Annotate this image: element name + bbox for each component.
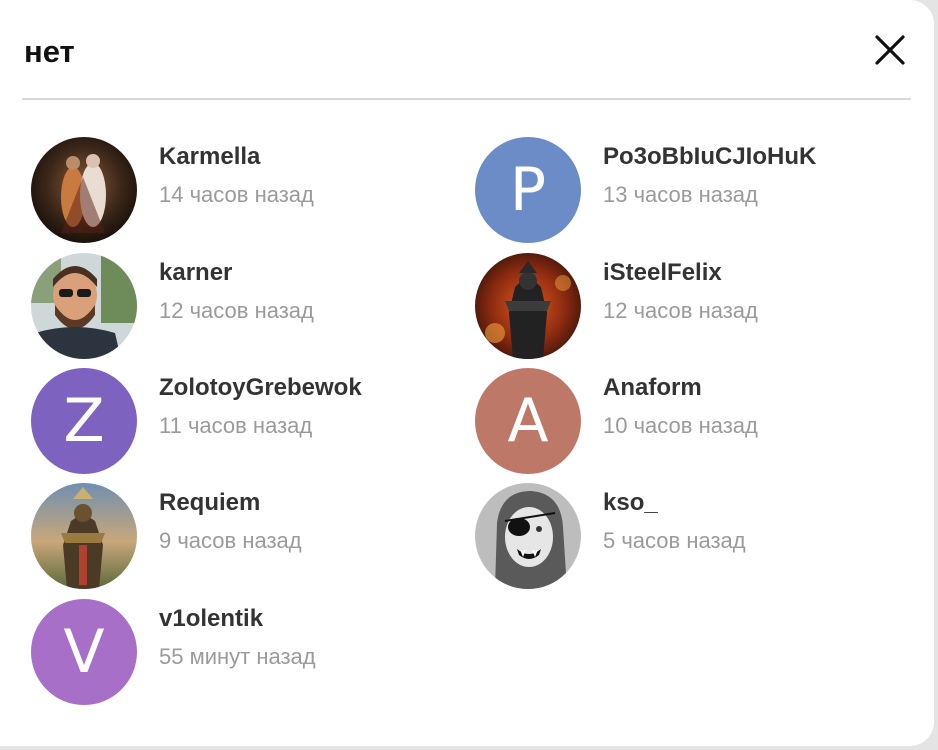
voter-name[interactable]: karner	[159, 258, 232, 288]
dialog-header: нет	[22, 0, 911, 100]
avatar[interactable]	[31, 253, 137, 359]
avatar[interactable]: V	[31, 599, 137, 705]
voter-name[interactable]: Karmella	[159, 142, 260, 172]
voter-item[interactable]: karner 12 часов назад	[31, 253, 451, 361]
close-icon	[875, 35, 905, 65]
voter-name[interactable]: iSteelFelix	[603, 258, 722, 288]
avatar[interactable]: A	[475, 368, 581, 474]
voter-name[interactable]: Requiem	[159, 488, 260, 518]
voter-name[interactable]: Po3oBbIuCJIoHuK	[603, 142, 816, 172]
avatar[interactable]	[475, 483, 581, 589]
voter-item[interactable]: Karmella 14 часов назад	[31, 137, 451, 245]
voter-item[interactable]: Requiem 9 часов назад	[31, 483, 451, 591]
vote-time: 12 часов назад	[603, 298, 758, 323]
voter-item[interactable]: A Anaform 10 часов назад	[475, 368, 895, 476]
avatar[interactable]	[31, 483, 137, 589]
avatar[interactable]: Z	[31, 368, 137, 474]
avatar[interactable]	[31, 137, 137, 243]
vote-time: 12 часов назад	[159, 298, 314, 323]
vote-time: 5 часов назад	[603, 528, 746, 553]
vote-time: 9 часов назад	[159, 528, 302, 553]
voter-name[interactable]: Anaform	[603, 373, 702, 403]
vote-time: 13 часов назад	[603, 182, 758, 207]
voter-name[interactable]: ZolotoyGrebewok	[159, 373, 362, 403]
avatar[interactable]	[475, 253, 581, 359]
voter-name[interactable]: kso_	[603, 488, 658, 518]
voters-dialog: нет Karmella 14 часов назад P Po3oBbIuCJ…	[0, 0, 934, 746]
vote-time: 14 часов назад	[159, 182, 314, 207]
voter-item[interactable]: V v1olentik 55 минут назад	[31, 599, 451, 707]
voter-name[interactable]: v1olentik	[159, 604, 263, 634]
avatar[interactable]: P	[475, 137, 581, 243]
voter-list: Karmella 14 часов назад P Po3oBbIuCJIoHu…	[0, 100, 934, 740]
voter-item[interactable]: kso_ 5 часов назад	[475, 483, 895, 591]
voter-item[interactable]: P Po3oBbIuCJIoHuK 13 часов назад	[475, 137, 895, 245]
close-button[interactable]	[871, 31, 909, 69]
vote-time: 55 минут назад	[159, 644, 316, 669]
dialog-title: нет	[24, 34, 75, 69]
voter-item[interactable]: iSteelFelix 12 часов назад	[475, 253, 895, 361]
voter-item[interactable]: Z ZolotoyGrebewok 11 часов назад	[31, 368, 451, 476]
vote-time: 10 часов назад	[603, 413, 758, 438]
vote-time: 11 часов назад	[159, 413, 313, 438]
